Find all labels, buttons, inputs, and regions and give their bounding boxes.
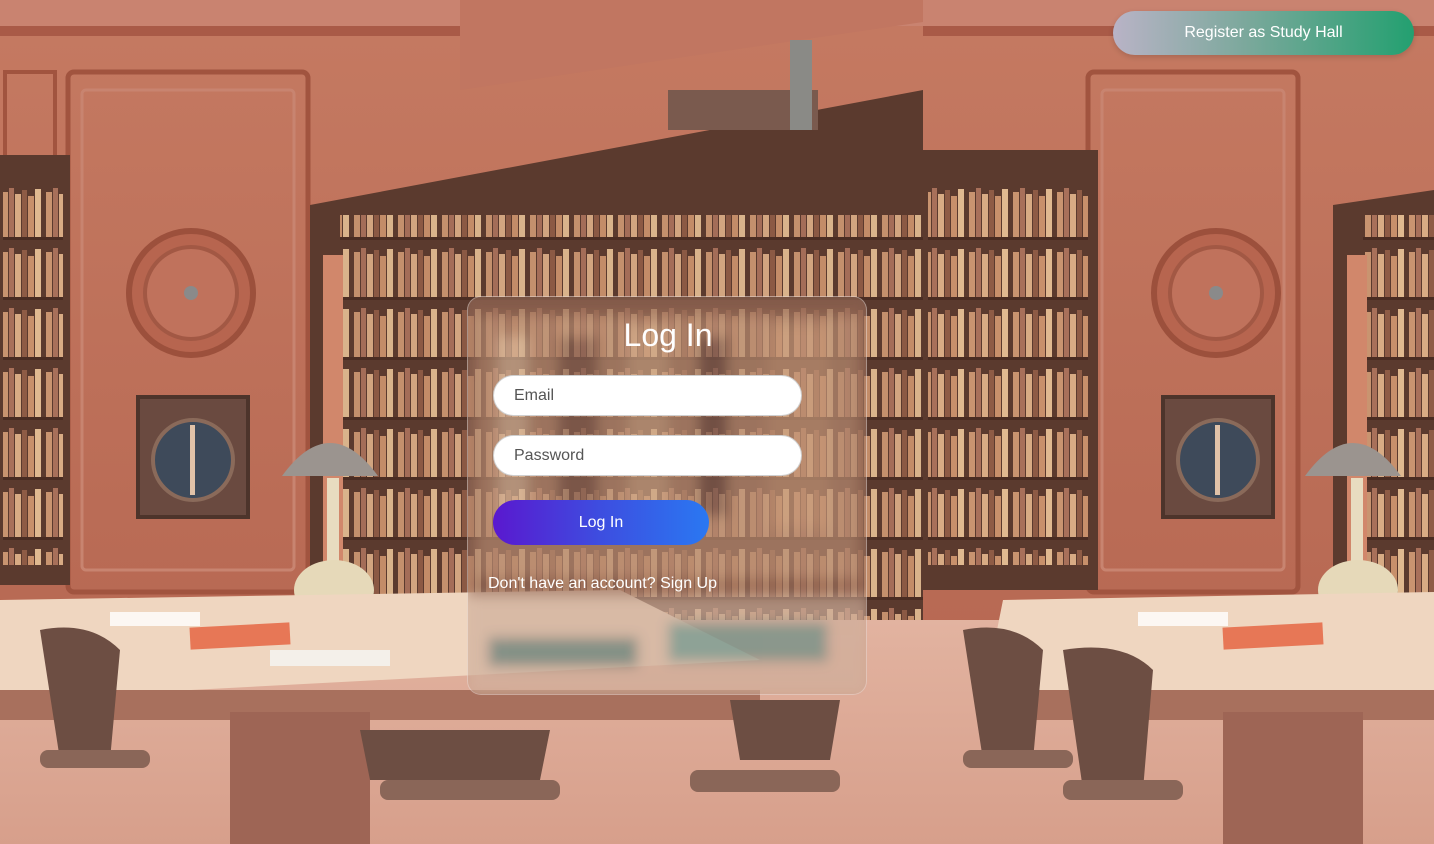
login-submit-label: Log In [578, 513, 624, 531]
login-form: Log In Log In Don't have an account? Sig… [468, 297, 866, 694]
library-illustration-repeat [923, 0, 1434, 844]
register-study-hall-label: Register as Study Hall [1184, 24, 1343, 41]
library-background-right [923, 0, 1434, 844]
login-title: Log In [623, 317, 713, 353]
signup-link[interactable]: Sign Up [660, 575, 717, 592]
email-input[interactable] [493, 375, 802, 416]
signup-prompt-line: Don't have an account? Sign Up [488, 575, 717, 593]
register-study-hall-button[interactable]: Register as Study Hall [1113, 11, 1414, 55]
signup-prompt-text: Don't have an account? [488, 575, 656, 592]
login-submit-button[interactable]: Log In [493, 500, 709, 545]
login-panel: Log In Log In Don't have an account? Sig… [467, 296, 867, 695]
password-input[interactable] [493, 435, 802, 476]
